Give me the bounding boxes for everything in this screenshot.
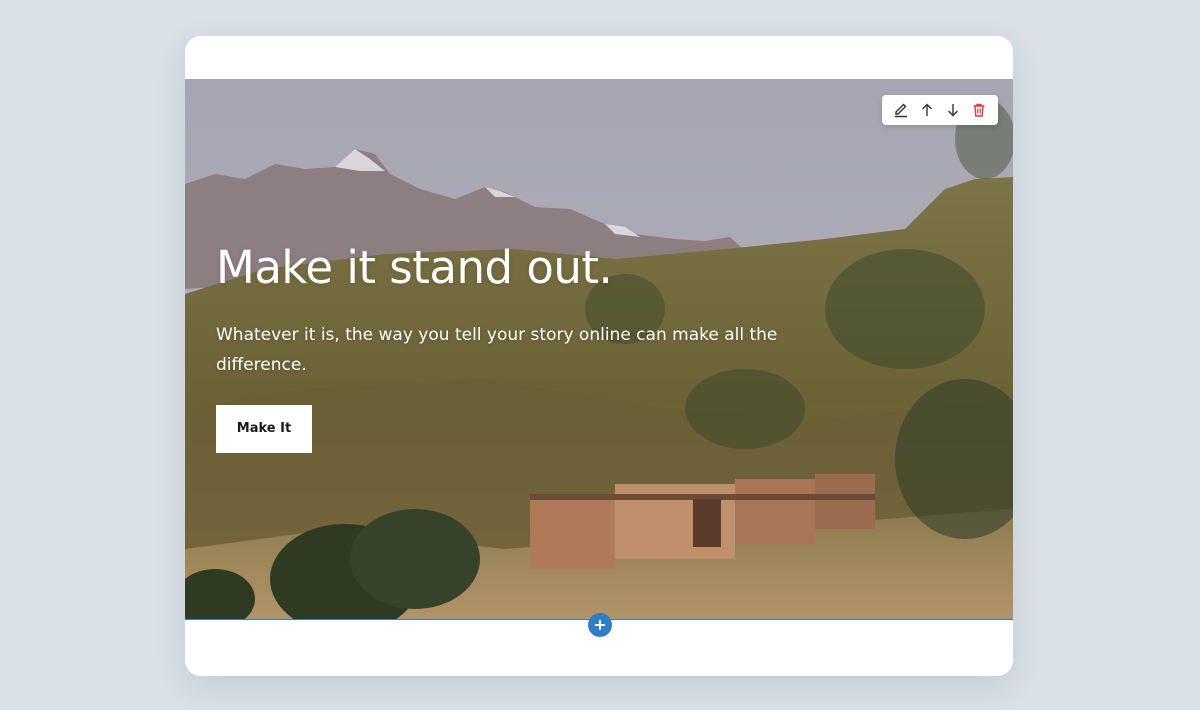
editor-canvas-card: Make it stand out. Whatever it is, the w… bbox=[185, 36, 1013, 676]
edit-icon bbox=[895, 103, 907, 118]
hero-subtitle[interactable]: Whatever it is, the way you tell your st… bbox=[216, 320, 786, 380]
delete-button[interactable] bbox=[968, 99, 990, 121]
plus-icon bbox=[595, 620, 605, 630]
cta-button[interactable]: Make It bbox=[216, 405, 312, 453]
trash-icon bbox=[973, 103, 985, 117]
arrow-up-icon bbox=[922, 103, 932, 116]
move-down-button[interactable] bbox=[942, 99, 964, 121]
hero-content: Make it stand out. Whatever it is, the w… bbox=[216, 241, 816, 453]
top-blank-section[interactable] bbox=[185, 36, 1013, 79]
section-toolbar bbox=[882, 95, 998, 125]
add-section-button[interactable] bbox=[588, 613, 612, 637]
arrow-down-icon bbox=[948, 104, 958, 117]
hero-section[interactable]: Make it stand out. Whatever it is, the w… bbox=[185, 79, 1013, 620]
hero-title[interactable]: Make it stand out. bbox=[216, 241, 816, 294]
move-up-button[interactable] bbox=[916, 99, 938, 121]
edit-button[interactable] bbox=[890, 99, 912, 121]
